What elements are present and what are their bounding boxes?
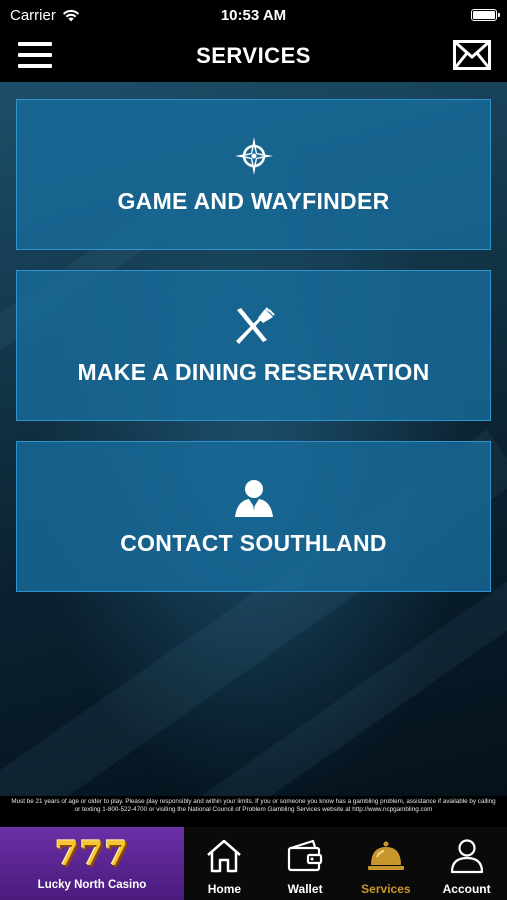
hamburger-icon-line	[18, 42, 52, 46]
nav-bar: SERVICES	[0, 30, 507, 82]
service-bell-icon	[366, 836, 406, 876]
service-label: CONTACT SOUTHLAND	[120, 530, 387, 556]
tab-label: Account	[442, 882, 491, 896]
person-icon	[232, 476, 276, 520]
status-bar: Carrier 10:53 AM	[0, 0, 507, 30]
casino-name: Lucky North Casino	[37, 878, 147, 891]
contact-southland-tile[interactable]: CONTACT SOUTHLAND	[16, 441, 491, 592]
game-wayfinder-tile[interactable]: GAME AND WAYFINDER	[16, 99, 491, 250]
tab-account[interactable]: Account	[426, 827, 507, 900]
dining-reservation-tile[interactable]: MAKE A DINING RESERVATION	[16, 270, 491, 421]
fork-knife-icon	[232, 305, 276, 349]
tab-label: Wallet	[287, 882, 323, 896]
tab-label: Services	[361, 882, 411, 896]
hamburger-icon-line	[18, 64, 52, 68]
account-icon	[447, 836, 487, 876]
tab-wallet[interactable]: Wallet	[265, 827, 346, 900]
service-label: GAME AND WAYFINDER	[117, 188, 390, 214]
hamburger-menu-button[interactable]	[18, 42, 52, 68]
wallet-icon	[285, 836, 325, 876]
status-time: 10:53 AM	[220, 6, 287, 24]
tab-label: Home	[207, 882, 242, 896]
mail-icon[interactable]	[453, 40, 491, 70]
tab-services[interactable]: Services	[346, 827, 427, 900]
status-left: Carrier	[10, 7, 180, 24]
home-icon	[204, 836, 244, 876]
hamburger-icon-line	[18, 53, 52, 57]
status-right	[327, 9, 500, 21]
tab-bar: 777 Lucky North Casino Home Wallet Servi…	[0, 827, 507, 900]
responsible-gaming-disclaimer: Must be 21 years of age or older to play…	[0, 796, 507, 827]
service-label: MAKE A DINING RESERVATION	[77, 359, 430, 385]
casino-logo: 777	[55, 833, 129, 874]
services-content: GAME AND WAYFINDER MAKE A DINING RESERVA…	[0, 82, 507, 796]
compass-icon	[232, 134, 276, 178]
tab-home[interactable]: Home	[184, 827, 265, 900]
wifi-icon	[62, 9, 79, 21]
lucky-north-casino-tab[interactable]: 777 Lucky North Casino	[0, 827, 184, 900]
page-title: SERVICES	[196, 43, 311, 68]
battery-icon	[471, 9, 500, 21]
carrier-label: Carrier	[10, 6, 56, 24]
